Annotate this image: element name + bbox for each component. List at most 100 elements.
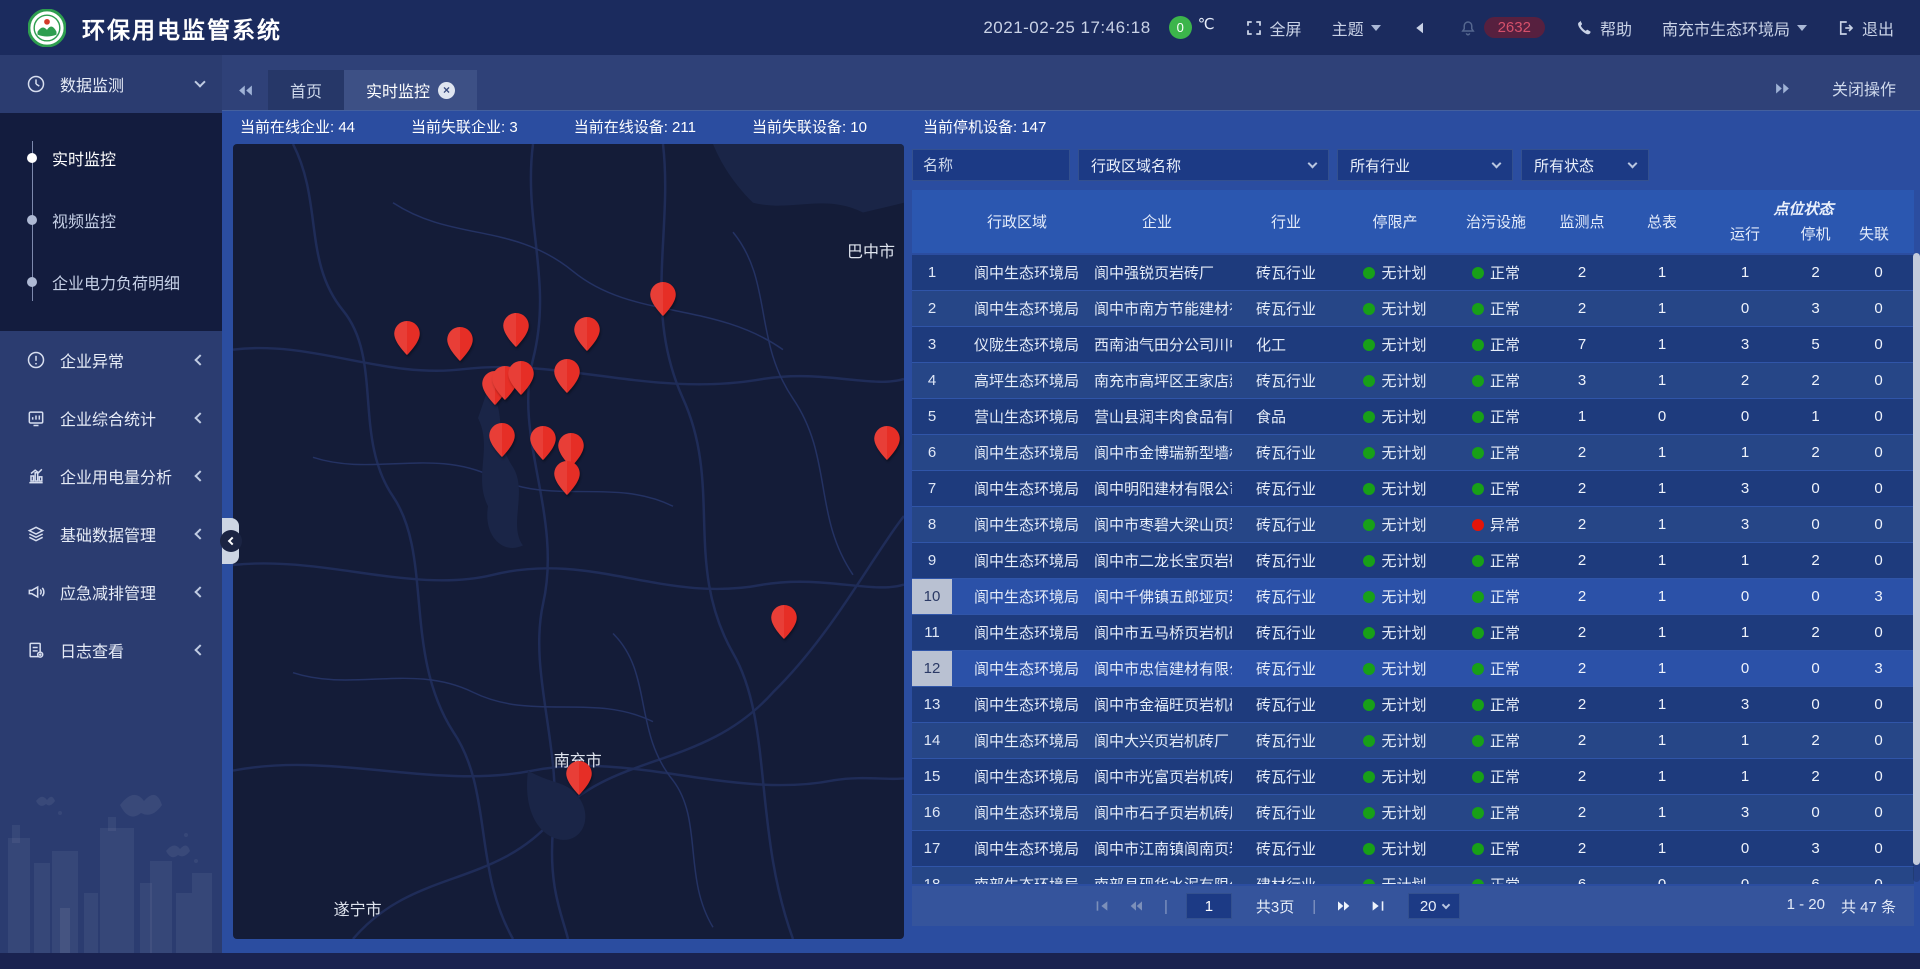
cell-stopped: 0 <box>1788 507 1843 542</box>
cell-industry: 砖瓦行业 <box>1232 687 1340 722</box>
double-right-arrow-icon <box>1774 80 1791 97</box>
status-dot-icon <box>1472 663 1484 675</box>
map-pin-icon[interactable] <box>554 461 580 495</box>
theme-dropdown[interactable]: 主题 <box>1332 16 1381 40</box>
first-page-button[interactable] <box>1092 896 1112 916</box>
cell-running: 1 <box>1702 615 1788 650</box>
last-page-button[interactable] <box>1368 896 1388 916</box>
fullscreen-button[interactable]: 全屏 <box>1245 16 1302 40</box>
page-size-select[interactable]: 20 <box>1408 893 1460 919</box>
table-row[interactable]: 16阆中生态环境局阆中市石子页岩机砖厂砖瓦行业无计划正常21300 <box>912 795 1914 830</box>
stat-item: 当前失联设备: 10 <box>752 116 867 137</box>
sidebar-item-enterprise-abnormal[interactable]: 企业异常 <box>0 331 222 389</box>
bottom-strip <box>0 953 1920 969</box>
prev-page-button[interactable] <box>1126 896 1146 916</box>
map-pin-icon[interactable] <box>771 605 797 639</box>
cell-running: 0 <box>1702 399 1788 434</box>
sidebar-item-power-analysis[interactable]: 企业用电量分析 <box>0 447 222 505</box>
map-pin-icon[interactable] <box>489 423 515 457</box>
table-row[interactable]: 11阆中生态环境局阆中市五马桥页岩机砖砖瓦行业无计划正常21120 <box>912 615 1914 650</box>
help-button[interactable]: 帮助 <box>1575 16 1632 40</box>
next-page-button[interactable] <box>1334 896 1354 916</box>
table-row[interactable]: 6阆中生态环境局阆中市金博瑞新型墙材砖瓦行业无计划正常21120 <box>912 435 1914 470</box>
cell-limit: 无计划 <box>1340 255 1450 290</box>
cell-facility: 正常 <box>1450 363 1542 398</box>
close-operations-button[interactable]: 关闭操作 <box>1832 76 1896 100</box>
table-scrollbar[interactable] <box>1913 253 1920 882</box>
table-header: 行政区域 企业 行业 停限产 治污设施 监测点 总表 点位状态 运行 停机 <box>912 190 1914 253</box>
cell-meters: 1 <box>1622 759 1702 794</box>
point-status-group-label: 点位状态 <box>1702 198 1905 219</box>
sidebar-item-base-data[interactable]: 基础数据管理 <box>0 505 222 563</box>
sidebar-subitem-video-monitor[interactable]: 视频监控 <box>0 189 222 251</box>
map-pin-icon[interactable] <box>574 317 600 351</box>
cell-points: 2 <box>1542 615 1622 650</box>
sidebar-collapse-button[interactable] <box>222 518 239 564</box>
table-row[interactable]: 9阆中生态环境局阆中市二龙长宝页岩砖砖瓦行业无计划正常21120 <box>912 543 1914 578</box>
map-pin-icon[interactable] <box>874 426 900 460</box>
voice-toggle-button[interactable] <box>1411 19 1429 37</box>
notifications[interactable]: 2632 <box>1459 17 1545 38</box>
table-row[interactable]: 1阆中生态环境局阆中强锐页岩砖厂砖瓦行业无计划正常21120 <box>912 255 1914 290</box>
cell-stopped: 2 <box>1788 435 1843 470</box>
table-row[interactable]: 17阆中生态环境局阆中市江南镇阆南页岩砖瓦行业无计划正常21030 <box>912 831 1914 866</box>
tabs-scroll-right-button[interactable] <box>1760 68 1806 108</box>
exit-button[interactable]: 退出 <box>1837 16 1894 40</box>
table-row[interactable]: 10阆中生态环境局阆中千佛镇五郎垭页岩砖瓦行业无计划正常21003 <box>912 579 1914 614</box>
cell-company: 阆中市五马桥页岩机砖 <box>1082 615 1232 650</box>
sidebar-subitem-realtime-monitor[interactable]: 实时监控 <box>0 127 222 189</box>
table-row[interactable]: 2阆中生态环境局阆中市南方节能建材有砖瓦行业无计划正常21030 <box>912 291 1914 326</box>
tabs-scroll-left-button[interactable] <box>222 70 268 110</box>
map-pin-icon[interactable] <box>650 282 676 316</box>
sidebar-subitem-power-load-detail[interactable]: 企业电力负荷明细 <box>0 251 222 313</box>
cell-industry: 砖瓦行业 <box>1232 651 1340 686</box>
sidebar-item-emergency-reduction[interactable]: 应急减排管理 <box>0 563 222 621</box>
cell-offline: 0 <box>1843 759 1914 794</box>
table-row[interactable]: 18南部生态环境局南部县砚华水泥有限公建材行业无计划正常60060 <box>912 867 1914 884</box>
status-filter-select[interactable]: 所有状态 <box>1521 149 1649 181</box>
table-row[interactable]: 8阆中生态环境局阆中市枣碧大梁山页岩砖瓦行业无计划异常21300 <box>912 507 1914 542</box>
tab-realtime-monitor[interactable]: 实时监控 × <box>344 70 477 110</box>
map-canvas[interactable]: 巴中市南充市遂宁市 <box>233 144 904 939</box>
map-pin-icon[interactable] <box>394 321 420 355</box>
cell-points: 2 <box>1542 255 1622 290</box>
sidebar-item-label: 企业综合统计 <box>60 406 196 430</box>
table-row[interactable]: 4高坪生态环境局南充市高坪区王家店建砖瓦行业无计划正常31220 <box>912 363 1914 398</box>
name-filter-input[interactable] <box>912 149 1070 181</box>
industry-filter-select[interactable]: 所有行业 <box>1337 149 1513 181</box>
table-row[interactable]: 13阆中生态环境局阆中市金福旺页岩机砖砖瓦行业无计划正常21300 <box>912 687 1914 722</box>
map-pin-icon[interactable] <box>508 361 534 395</box>
col-industry: 行业 <box>1232 190 1340 253</box>
sidebar-item-enterprise-stats[interactable]: 企业综合统计 <box>0 389 222 447</box>
col-company: 企业 <box>1082 190 1232 253</box>
close-icon[interactable]: × <box>438 82 455 99</box>
table-row[interactable]: 5营山生态环境局营山县润丰肉食品有限食品无计划正常10010 <box>912 399 1914 434</box>
stat-item: 当前在线企业: 44 <box>240 116 355 137</box>
double-left-arrow-icon <box>237 82 254 99</box>
table-row[interactable]: 14阆中生态环境局阆中大兴页岩机砖厂砖瓦行业无计划正常21120 <box>912 723 1914 758</box>
row-index: 9 <box>912 543 952 578</box>
status-filter-value: 所有状态 <box>1534 155 1594 176</box>
map-pin-icon[interactable] <box>530 426 556 460</box>
map-pin-icon[interactable] <box>503 313 529 347</box>
table-row[interactable]: 7阆中生态环境局阆中明阳建材有限公司砖瓦行业无计划正常21300 <box>912 471 1914 506</box>
cell-industry: 砖瓦行业 <box>1232 831 1340 866</box>
page-number-input[interactable] <box>1186 893 1232 919</box>
map-pin-icon[interactable] <box>566 761 592 795</box>
org-dropdown[interactable]: 南充市生态环境局 <box>1662 16 1807 40</box>
tab-home[interactable]: 首页 <box>268 70 344 110</box>
table-row[interactable]: 15阆中生态环境局阆中市光富页岩机砖厂砖瓦行业无计划正常21120 <box>912 759 1914 794</box>
cell-region: 阆中生态环境局 <box>952 759 1082 794</box>
sidebar-item-log-view[interactable]: 日志查看 <box>0 621 222 679</box>
map-pin-icon[interactable] <box>447 327 473 361</box>
table-row[interactable]: 12阆中生态环境局阆中市忠信建材有限公砖瓦行业无计划正常21003 <box>912 651 1914 686</box>
row-index: 11 <box>912 615 952 650</box>
table-row[interactable]: 3仪陇生态环境局西南油气田分公司川中化工无计划正常71350 <box>912 327 1914 362</box>
map-pin-icon[interactable] <box>554 359 580 393</box>
cell-meters: 1 <box>1622 615 1702 650</box>
stats-bar: 当前在线企业: 44当前失联企业: 3当前在线设备: 211当前失联设备: 10… <box>222 110 1920 142</box>
cell-running: 1 <box>1702 543 1788 578</box>
status-dot-icon <box>1363 699 1375 711</box>
region-filter-select[interactable]: 行政区域名称 <box>1078 149 1329 181</box>
sidebar-item-data-monitor[interactable]: 数据监测 <box>0 55 222 113</box>
